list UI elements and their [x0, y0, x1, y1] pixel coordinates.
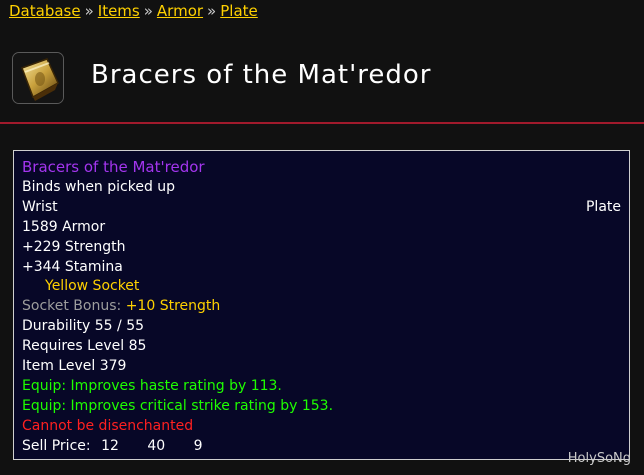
breadcrumb-separator: »: [84, 2, 94, 20]
breadcrumb-separator: »: [143, 2, 153, 20]
item-name: Bracers of the Mat'redor: [22, 158, 205, 176]
page-title: Bracers of the Mat'redor: [91, 60, 432, 90]
armor-stat: 1589 Armor: [22, 218, 106, 235]
durability-text: Durability 55 / 55: [22, 318, 145, 335]
bracers-icon: [12, 52, 64, 104]
disenchant-warning: Cannot be disenchanted: [22, 417, 194, 434]
sell-price-label: Sell Price:: [22, 437, 91, 454]
item-level-text: Item Level 379: [22, 358, 127, 375]
breadcrumb-separator: »: [207, 2, 217, 20]
sell-price-silver: 40: [147, 437, 166, 454]
breadcrumb: Database» Items» Armor» Plate: [9, 2, 258, 20]
stamina-stat: +344 Stamina: [22, 258, 123, 275]
binding-text: Binds when picked up: [22, 178, 176, 195]
slot-text: Wrist: [22, 198, 58, 215]
breadcrumb-plate-link[interactable]: Plate: [220, 2, 258, 20]
watermark: HolySoNg: [567, 451, 631, 466]
equip-crit-effect: Equip: Improves critical strike rating b…: [22, 397, 334, 414]
socket-bonus-label: Socket Bonus:: [22, 298, 122, 315]
equip-haste-effect: Equip: Improves haste rating by 113.: [22, 377, 282, 394]
sell-price-gold: 12: [101, 437, 119, 454]
sell-price: Sell Price: 12 40 9: [22, 437, 621, 457]
item-tooltip: Bracers of the Mat'redor Binds when pick…: [13, 150, 630, 460]
sell-price-copper: 9: [193, 437, 203, 454]
strength-stat: +229 Strength: [22, 238, 126, 255]
breadcrumb-armor-link[interactable]: Armor: [157, 2, 203, 20]
breadcrumb-items-link[interactable]: Items: [98, 2, 140, 20]
required-level-text: Requires Level 85: [22, 338, 147, 355]
breadcrumb-database-link[interactable]: Database: [9, 2, 81, 20]
socket-bonus: Socket Bonus: +10 Strength: [22, 297, 621, 317]
socket-bonus-value: +10 Strength: [125, 298, 221, 315]
armor-type-text: Plate: [585, 198, 621, 215]
yellow-socket: Yellow Socket: [45, 278, 140, 295]
item-header: Bracers of the Mat'redor: [0, 36, 644, 124]
slot-row: Wrist Plate: [22, 198, 621, 218]
